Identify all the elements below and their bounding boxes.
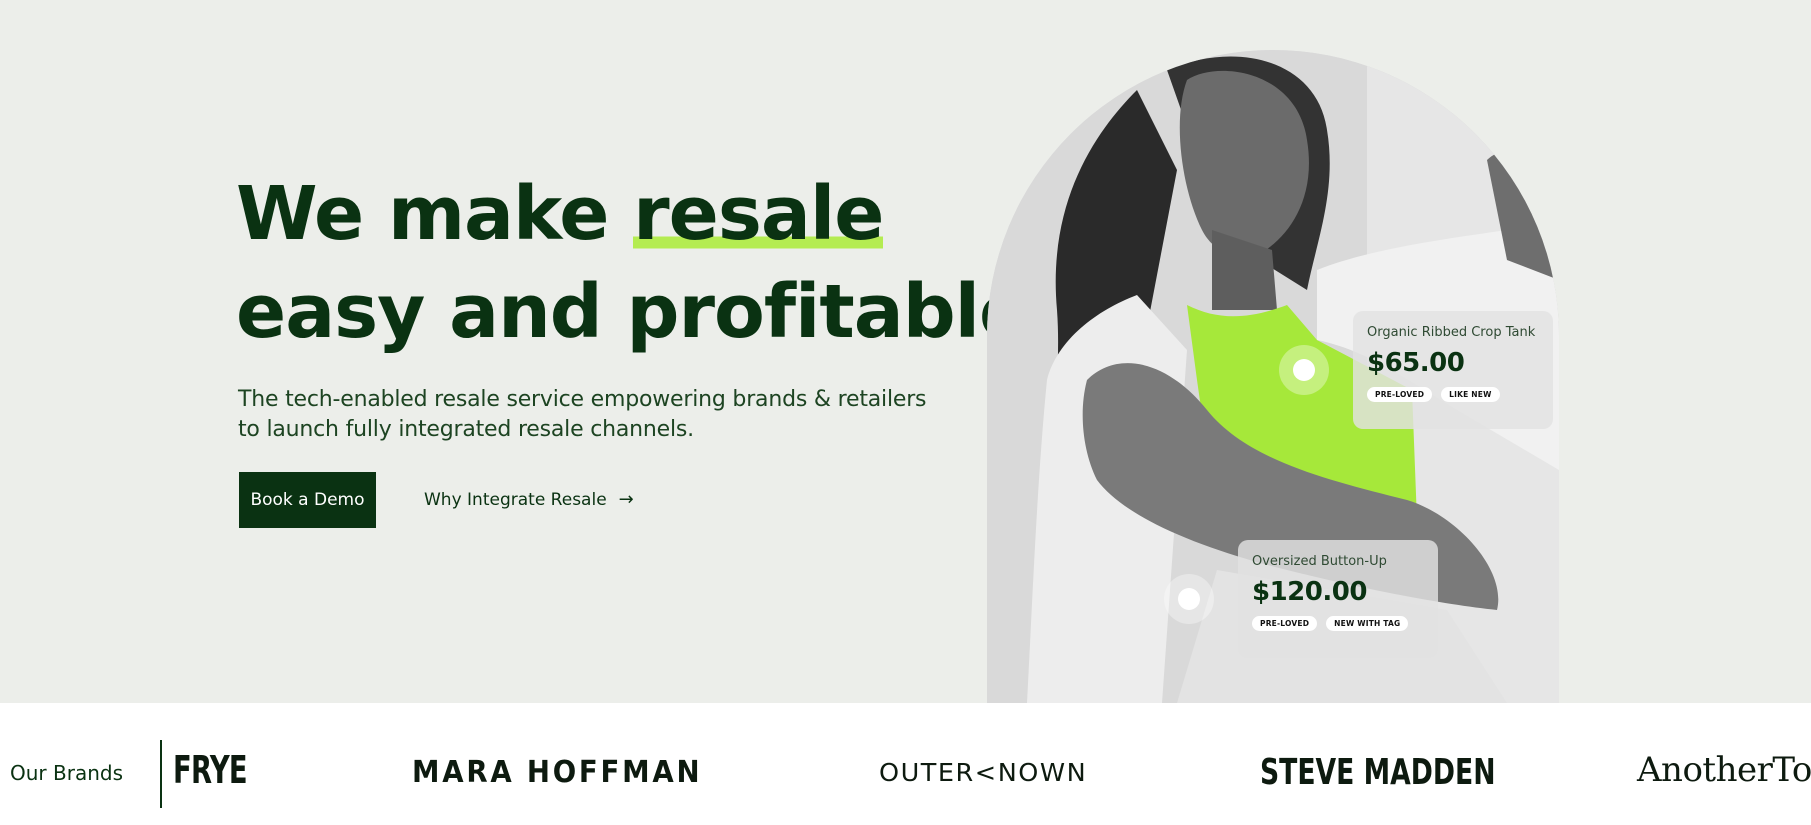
our-brands-label: Our Brands [10,761,123,785]
hero-section: We make resale easy and profitable. The t… [0,0,1811,703]
product-name: Organic Ribbed Crop Tank [1367,325,1536,340]
tag-new-with-tag: NEW WITH TAG [1326,616,1409,631]
product-price: $65.00 [1367,348,1465,378]
hero-headline: We make resale easy and profitable. [236,165,1056,361]
arrow-right-icon: → [618,489,634,510]
product-tags: PRE-LOVED NEW WITH TAG [1252,616,1424,631]
product-tags: PRE-LOVED LIKE NEW [1367,387,1539,402]
tag-pre-loved: PRE-LOVED [1252,616,1318,631]
brand-logo-steve-madden[interactable]: STEVE MADDEN [1260,752,1495,793]
hotspot-button-up[interactable] [1164,574,1214,624]
tag-like-new: LIKE NEW [1441,387,1500,402]
hotspot-crop-tank[interactable] [1279,345,1329,395]
why-integrate-resale-link[interactable]: Why Integrate Resale → [424,484,634,516]
book-demo-button[interactable]: Book a Demo [239,472,376,528]
product-card-crop-tank[interactable]: Organic Ribbed Crop Tank $65.00 PRE-LOVE… [1353,311,1553,429]
hero-subtitle: The tech-enabled resale service empoweri… [238,385,938,445]
subtitle-line-2: to launch fully integrated resale channe… [238,417,694,442]
headline-prefix: We make [236,171,634,257]
why-integrate-resale-label: Why Integrate Resale [424,490,607,510]
brands-divider [160,740,162,808]
brand-logo-another-tomorrow[interactable]: AnotherTom [1637,750,1811,790]
brand-logo-mara-hoffman[interactable]: MARA HOFFMAN [412,755,702,790]
headline-line-2: easy and profitable. [236,269,1056,355]
headline-highlight: resale [633,171,884,257]
brand-logo-frye[interactable]: FRYE [173,748,248,792]
product-card-button-up[interactable]: Oversized Button-Up $120.00 PRE-LOVED NE… [1238,540,1438,658]
product-price: $120.00 [1252,577,1367,607]
hotspot-dot [1293,359,1315,381]
hotspot-dot [1178,588,1200,610]
product-name: Oversized Button-Up [1252,554,1387,569]
brand-logo-outerknown[interactable]: OUTER<NOWN [879,758,1087,787]
tag-pre-loved: PRE-LOVED [1367,387,1433,402]
subtitle-line-1: The tech-enabled resale service empoweri… [238,387,927,412]
